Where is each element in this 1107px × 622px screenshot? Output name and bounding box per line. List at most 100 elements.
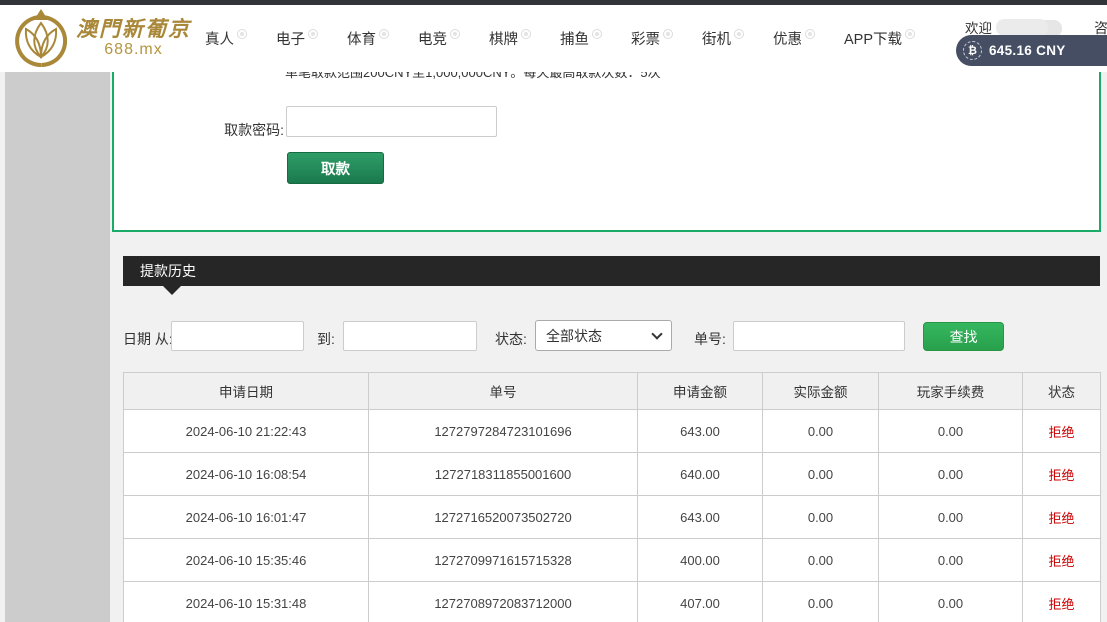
nav-circle-icon xyxy=(237,29,247,39)
withdraw-password-input[interactable] xyxy=(286,106,497,137)
nav-label: 体育 xyxy=(347,28,376,49)
nav-label: 真人 xyxy=(205,28,234,49)
cell-date: 2024-06-10 21:22:43 xyxy=(124,410,369,453)
nav-item-app-download[interactable]: APP下载 xyxy=(844,28,915,49)
status-label: 状态: xyxy=(495,329,527,349)
lotus-emblem-icon xyxy=(12,7,70,69)
cell-player-fee: 0.00 xyxy=(879,582,1023,622)
cell-order-no: 1272709971615715328 xyxy=(369,539,638,582)
col-header-request-amount: 申请金额 xyxy=(638,373,763,410)
nav-label: 街机 xyxy=(702,28,731,49)
cell-order-no: 1272797284723101696 xyxy=(369,410,638,453)
cell-date: 2024-06-10 15:35:46 xyxy=(124,539,369,582)
search-button[interactable]: 查找 xyxy=(923,322,1004,351)
active-tab-arrow-icon xyxy=(163,286,181,295)
nav-item-sports[interactable]: 体育 xyxy=(347,28,389,49)
cell-actual-amount: 0.00 xyxy=(763,496,879,539)
cell-actual-amount: 0.00 xyxy=(763,453,879,496)
status-badge: 拒绝 xyxy=(1023,582,1101,622)
cell-player-fee: 0.00 xyxy=(879,496,1023,539)
nav-circle-icon xyxy=(379,29,389,39)
nav-circle-icon xyxy=(663,29,673,39)
cell-request-amount: 407.00 xyxy=(638,582,763,622)
nav-item-esports[interactable]: 电竞 xyxy=(418,28,460,49)
welcome-area: 欢迎 xyxy=(965,17,1048,37)
nav-label: 彩票 xyxy=(631,28,660,49)
nav-circle-icon xyxy=(905,29,915,39)
table-row: 2024-06-10 16:08:54 1272718311855001600 … xyxy=(124,453,1101,496)
nav-item-live[interactable]: 真人 xyxy=(205,28,247,49)
cell-request-amount: 640.00 xyxy=(638,453,763,496)
nav-item-fishing[interactable]: 捕鱼 xyxy=(560,28,602,49)
date-from-label: 日期 从: xyxy=(123,329,173,349)
nav-label: APP下载 xyxy=(844,28,902,49)
col-header-player-fee: 玩家手续费 xyxy=(879,373,1023,410)
cell-date: 2024-06-10 16:01:47 xyxy=(124,496,369,539)
nav-label: 优惠 xyxy=(773,28,802,49)
page: 单笔取款范围200CNY至1,000,000CNY。每天最高取款次数：5次 取款… xyxy=(0,0,1107,622)
date-to-label: 到: xyxy=(317,329,335,349)
nav-item-arcade[interactable]: 街机 xyxy=(702,28,744,49)
nav-item-slots[interactable]: 电子 xyxy=(276,28,318,49)
nav-label: 棋牌 xyxy=(489,28,518,49)
cell-actual-amount: 0.00 xyxy=(763,410,879,453)
date-to-input[interactable] xyxy=(343,321,477,351)
col-header-date: 申请日期 xyxy=(124,373,369,410)
withdraw-history-table: 申请日期 单号 申请金额 实际金额 玩家手续费 状态 2024-06-10 21… xyxy=(123,372,1101,622)
chevron-down-icon xyxy=(651,328,662,339)
cell-request-amount: 643.00 xyxy=(638,496,763,539)
brand-domain: 688.mx xyxy=(76,41,191,59)
cell-order-no: 1272716520073502720 xyxy=(369,496,638,539)
cell-request-amount: 643.00 xyxy=(638,410,763,453)
site-logo[interactable]: 澳門新葡京 688.mx xyxy=(12,7,191,69)
table-row: 2024-06-10 15:35:46 1272709971615715328 … xyxy=(124,539,1101,582)
tab-withdraw-history[interactable]: 提款历史 xyxy=(123,256,1100,286)
nav-item-promos[interactable]: 优惠 xyxy=(773,28,815,49)
table-row: 2024-06-10 21:22:43 1272797284723101696 … xyxy=(124,410,1101,453)
status-badge: 拒绝 xyxy=(1023,539,1101,582)
date-from-input[interactable] xyxy=(171,321,304,351)
status-select[interactable]: 全部状态 xyxy=(535,320,672,351)
cell-player-fee: 0.00 xyxy=(879,539,1023,582)
nav-circle-icon xyxy=(592,29,602,39)
table-header-row: 申请日期 单号 申请金额 实际金额 玩家手续费 状态 xyxy=(124,373,1101,410)
balance-amount: 645.16 CNY xyxy=(989,43,1066,58)
cell-player-fee: 0.00 xyxy=(879,453,1023,496)
username-redacted xyxy=(996,19,1048,36)
cell-request-amount: 400.00 xyxy=(638,539,763,582)
cell-date: 2024-06-10 15:31:48 xyxy=(124,582,369,622)
balance-pill[interactable]: ₿ 645.16 CNY xyxy=(956,35,1107,66)
bitcoin-icon: ₿ xyxy=(963,41,982,60)
order-no-input[interactable] xyxy=(733,321,905,351)
history-title: 提款历史 xyxy=(140,261,196,281)
nav-label: 电子 xyxy=(276,28,305,49)
table-row: 2024-06-10 16:01:47 1272716520073502720 … xyxy=(124,496,1101,539)
withdraw-password-label: 取款密码: xyxy=(134,120,284,140)
cell-order-no: 1272718311855001600 xyxy=(369,453,638,496)
col-header-order-no: 单号 xyxy=(369,373,638,410)
top-dark-strip xyxy=(0,0,1107,5)
col-header-actual-amount: 实际金额 xyxy=(763,373,879,410)
nav-circle-icon xyxy=(308,29,318,39)
left-sidebar-strip xyxy=(5,72,110,622)
nav-item-cards[interactable]: 棋牌 xyxy=(489,28,531,49)
nav-label: 电竞 xyxy=(418,28,447,49)
order-no-label: 单号: xyxy=(694,329,726,349)
status-badge: 拒绝 xyxy=(1023,453,1101,496)
site-header: 澳門新葡京 688.mx 真人 电子 体育 电竞 棋牌 捕鱼 彩票 街机 优惠 … xyxy=(0,5,1107,72)
nav-circle-icon xyxy=(734,29,744,39)
col-header-status: 状态 xyxy=(1023,373,1101,410)
nav-circle-icon xyxy=(450,29,460,39)
nav-circle-icon xyxy=(521,29,531,39)
main-nav: 真人 电子 体育 电竞 棋牌 捕鱼 彩票 街机 优惠 APP下载 xyxy=(205,5,915,72)
cell-order-no: 1272708972083712000 xyxy=(369,582,638,622)
status-select-value: 全部状态 xyxy=(546,326,602,346)
nav-circle-icon xyxy=(805,29,815,39)
cell-player-fee: 0.00 xyxy=(879,410,1023,453)
cell-actual-amount: 0.00 xyxy=(763,582,879,622)
welcome-label: 欢迎 xyxy=(965,17,992,37)
table-row: 2024-06-10 15:31:48 1272708972083712000 … xyxy=(124,582,1101,622)
nav-item-lottery[interactable]: 彩票 xyxy=(631,28,673,49)
brand-name: 澳門新葡京 xyxy=(76,17,191,41)
withdraw-submit-button[interactable]: 取款 xyxy=(287,152,384,184)
